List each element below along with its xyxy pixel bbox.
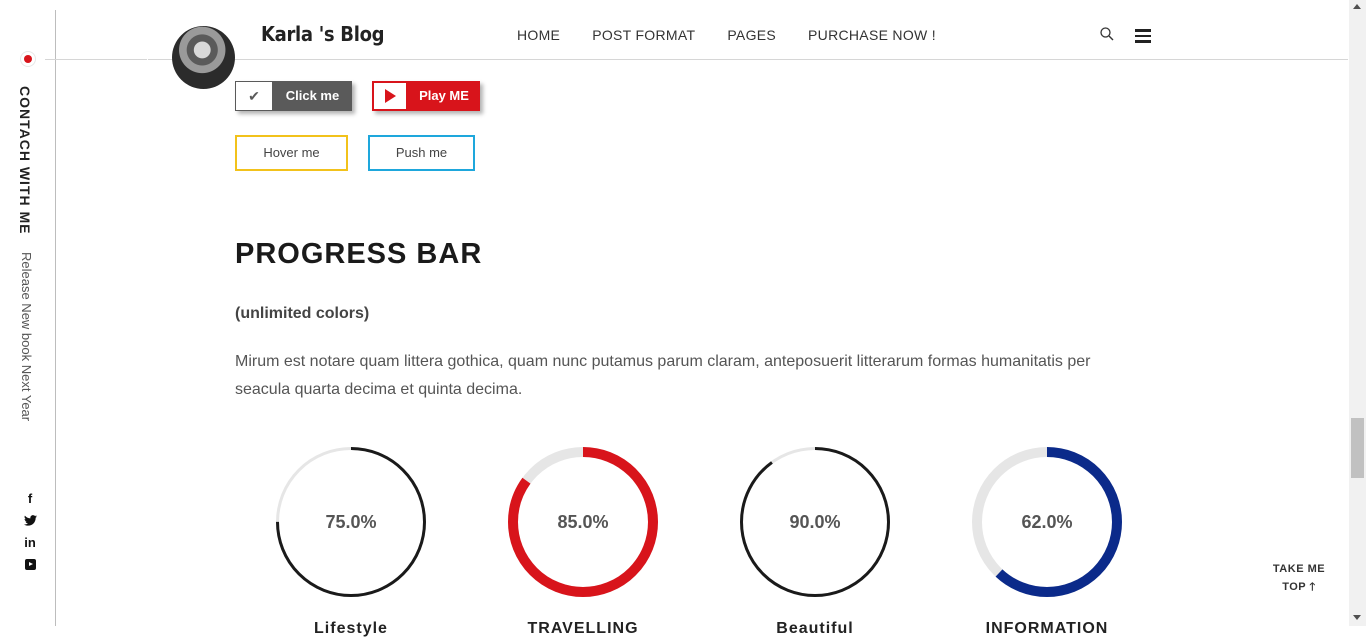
- play-me-button[interactable]: Play ME: [372, 81, 480, 111]
- facebook-icon[interactable]: f: [20, 488, 40, 508]
- progress-circle-information: 62.0%: [971, 446, 1123, 598]
- youtube-icon[interactable]: [20, 554, 40, 574]
- scroll-down-icon[interactable]: [1353, 615, 1361, 620]
- sidebar-divider: [55, 10, 56, 626]
- scrollbar-thumb[interactable]: [1351, 418, 1364, 478]
- section-subtitle: (unlimited colors): [235, 305, 370, 322]
- scroll-up-icon[interactable]: [1353, 4, 1361, 9]
- progress-circle-lifestyle: 75.0%: [275, 446, 427, 598]
- search-icon[interactable]: [1100, 27, 1114, 41]
- scrollbar[interactable]: [1349, 0, 1366, 626]
- hover-me-button[interactable]: Hover me: [235, 135, 348, 171]
- push-me-button[interactable]: Push me: [368, 135, 475, 171]
- progress-value: 85.0%: [557, 512, 609, 532]
- progress-value: 75.0%: [325, 512, 377, 532]
- main-nav: HOME POST FORMAT PAGES PURCHASE NOW !: [517, 27, 968, 43]
- avatar[interactable]: [172, 26, 235, 89]
- progress-label: INFORMATION: [985, 620, 1109, 637]
- linkedin-icon[interactable]: in: [20, 532, 40, 552]
- arrow-up-icon: 🡑: [1309, 581, 1316, 593]
- click-me-button[interactable]: ✔ Click me: [235, 81, 352, 111]
- header-divider-left: [45, 59, 147, 60]
- header-divider: [148, 59, 1348, 60]
- play-icon: [372, 81, 408, 111]
- site-brand[interactable]: Karla 's Blog: [261, 22, 385, 46]
- twitter-icon[interactable]: [20, 510, 40, 530]
- take-me-top-button[interactable]: TAKE ME TOP 🡑: [1270, 560, 1328, 596]
- nav-post-format[interactable]: POST FORMAT: [592, 27, 695, 43]
- sidebar-tagline: Release New book Next Year: [19, 252, 34, 422]
- section-title: PROGRESS BAR: [235, 238, 483, 270]
- nav-pages[interactable]: PAGES: [727, 27, 776, 43]
- nav-purchase-now[interactable]: PURCHASE NOW !: [808, 27, 936, 43]
- progress-circle-beautiful: 90.0%: [739, 446, 891, 598]
- menu-icon[interactable]: [1135, 29, 1151, 46]
- progress-label: Lifestyle: [314, 620, 388, 637]
- social-links: f in: [20, 488, 40, 576]
- progress-value: 90.0%: [789, 512, 841, 532]
- progress-label: Beautiful: [776, 620, 854, 637]
- nav-home[interactable]: HOME: [517, 27, 560, 43]
- progress-value: 62.0%: [1021, 512, 1073, 532]
- take-me-top-line1: TAKE ME: [1272, 563, 1326, 575]
- progress-circle-travelling: 85.0%: [507, 446, 659, 598]
- click-me-label: Click me: [285, 88, 340, 103]
- take-me-top-line2: TOP: [1282, 581, 1306, 593]
- play-me-label: Play ME: [419, 88, 469, 103]
- check-icon: ✔: [235, 81, 273, 111]
- progress-label: TRAVELLING: [527, 620, 639, 637]
- contact-with-me-link[interactable]: CONTACH WITH ME: [17, 86, 33, 235]
- sidebar-dot-icon: [21, 52, 35, 66]
- section-paragraph: Mirum est notare quam littera gothica, q…: [235, 353, 1091, 398]
